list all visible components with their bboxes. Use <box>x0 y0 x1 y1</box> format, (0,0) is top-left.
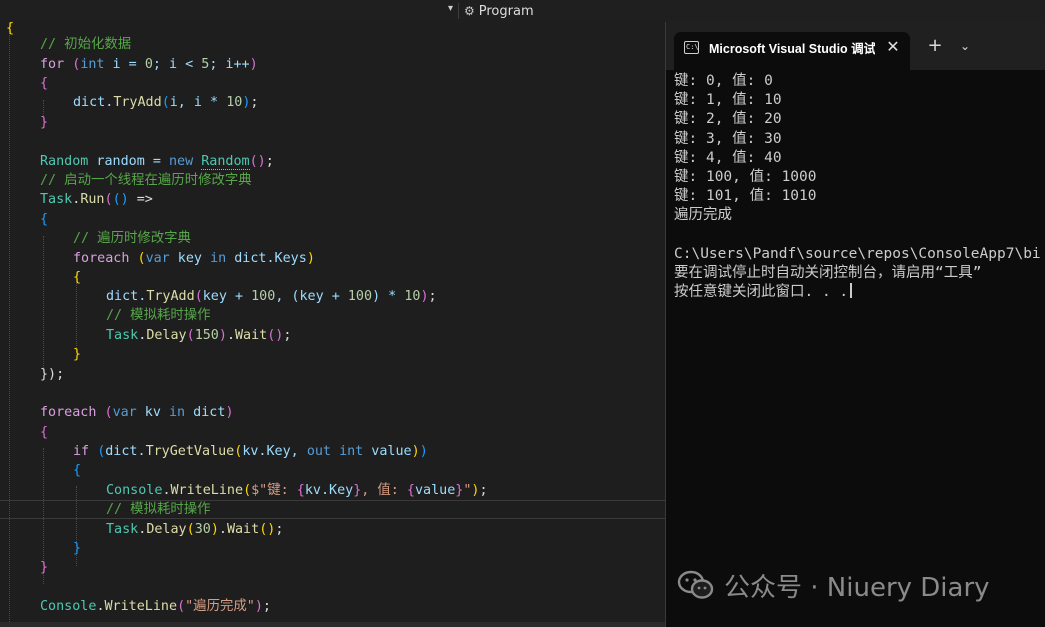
new-tab-plus-icon[interactable]: + <box>926 36 944 56</box>
console-line: 键: 100, 值: 1000 <box>674 168 817 185</box>
code-line: foreach (var key in dict.Keys) <box>73 251 315 266</box>
code-line: dict.TryAdd(i, i * 10); <box>73 95 259 110</box>
code-line: Task.Run(() => <box>40 192 153 207</box>
code-line: // 初始化数据 <box>40 37 132 52</box>
navigation-separator <box>458 3 459 19</box>
console-line: 遍历完成 <box>674 207 732 224</box>
scope-dropdown-arrow-icon[interactable]: ▾ <box>448 3 453 14</box>
code-line: } <box>40 560 49 575</box>
code-line: Task.Delay(150).Wait(); <box>106 328 292 343</box>
class-icon: ⚙ <box>464 4 475 18</box>
code-line: { <box>73 270 82 285</box>
code-line: Task.Delay(30).Wait(); <box>106 522 284 537</box>
console-line: 键: 0, 值: 0 <box>674 73 773 89</box>
watermark-text: 公众号 · Niuery Diary <box>724 572 990 603</box>
watermark: 公众号 · Niuery Diary <box>676 566 990 604</box>
console-line: 键: 1, 值: 10 <box>674 92 782 109</box>
editor-status-strip <box>0 622 665 627</box>
member-dropdown-label: Program <box>478 3 534 19</box>
code-line: { <box>73 463 82 478</box>
code-line: } <box>73 347 82 362</box>
code-line: dict.TryAdd(key + 100, (key + 100) * 10)… <box>106 289 437 304</box>
code-line: // 模拟耗时操作 <box>106 308 211 323</box>
console-tab-title: Microsoft Visual Studio 调试控制台 <box>709 42 875 56</box>
code-line: { <box>40 212 49 227</box>
console-line: C:\Users\Pandf\source\repos\ConsoleApp7\… <box>674 245 1041 262</box>
wechat-icon <box>677 570 714 599</box>
code-line: } <box>73 541 82 556</box>
current-line-highlight <box>0 500 665 519</box>
code-line: for (int i = 0; i < 5; i++) <box>40 57 258 72</box>
code-line: Random random = new Random(); <box>40 154 274 170</box>
code-line: // 模拟耗时操作 <box>106 502 211 517</box>
code-line: // 遍历时修改字典 <box>73 231 191 246</box>
console-line: 键: 101, 值: 1010 <box>674 188 817 205</box>
console-line: 键: 2, 值: 20 <box>674 111 782 128</box>
text-cursor <box>850 283 853 299</box>
debug-console-window[interactable]: C:\ Microsoft Visual Studio 调试控制台 ✕ + ⌄ … <box>665 22 1045 627</box>
chevron-down-icon[interactable]: ⌄ <box>956 36 974 56</box>
code-line: // 启动一个线程在遍历时修改字典 <box>40 173 252 188</box>
console-line: 键: 4, 值: 40 <box>674 149 782 166</box>
code-line: if (dict.TryGetValue(kv.Key, out int val… <box>73 444 428 459</box>
code-line: Console.WriteLine($"键: {kv.Key}, 值: {val… <box>106 483 488 498</box>
console-output: 键: 0, 值: 0 键: 1, 值: 10 键: 2, 值: 20 键: 3,… <box>674 72 1045 302</box>
console-prompt-line: 按任意键关闭此窗口. . . <box>674 283 1045 302</box>
navigation-bar: ▾ ⚙ Program <box>0 0 1045 23</box>
console-tab[interactable]: C:\ Microsoft Visual Studio 调试控制台 ✕ <box>674 32 910 70</box>
code-line: }); <box>40 367 65 382</box>
console-tab-strip: C:\ Microsoft Visual Studio 调试控制台 ✕ + ⌄ <box>666 22 1045 70</box>
member-dropdown[interactable]: ⚙ Program <box>464 2 534 20</box>
code-line: foreach (var kv in dict) <box>40 405 234 420</box>
code-line: { <box>6 22 15 36</box>
indent-guide <box>43 236 44 370</box>
code-line: Console.WriteLine("遍历完成"); <box>40 599 271 614</box>
console-line: 要在调试停止时自动关闭控制台，请启用“工具” <box>674 264 982 281</box>
indent-guide <box>9 22 10 622</box>
code-line: { <box>40 425 49 440</box>
console-line: 键: 3, 值: 30 <box>674 130 782 147</box>
close-tab-icon[interactable]: ✕ <box>884 38 902 56</box>
code-line: { <box>40 76 49 91</box>
code-editor[interactable]: { // 初始化数据 for (int i = 0; i < 5; i++) {… <box>0 22 665 627</box>
console-line: 按任意键关闭此窗口. . . <box>674 284 849 301</box>
code-line: } <box>40 115 49 130</box>
terminal-icon: C:\ <box>684 41 699 54</box>
